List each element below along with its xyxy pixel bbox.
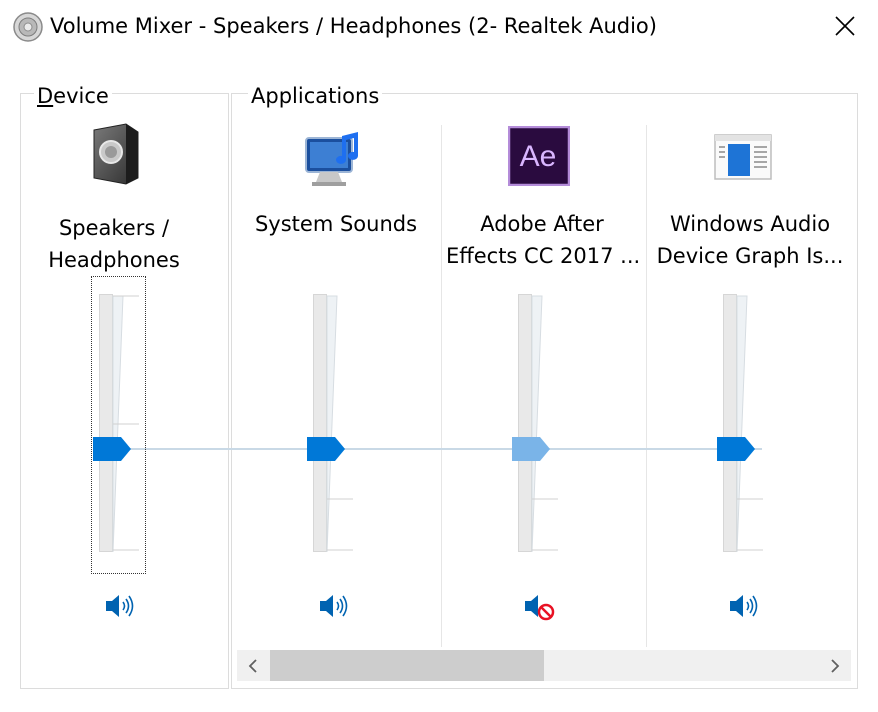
- title-bar: Volume Mixer - Speakers / Headphones (2-…: [0, 0, 878, 54]
- horizontal-scrollbar[interactable]: [237, 650, 851, 681]
- slider-ticks: [531, 295, 558, 553]
- system-sounds-icon: [302, 128, 366, 192]
- app-name-windows-audio: Windows Audio Device Graph Is...: [656, 212, 844, 268]
- scroll-left-button[interactable]: [237, 650, 269, 681]
- system-sounds-volume-slider[interactable]: [305, 294, 367, 564]
- windows-audio-volume-slider[interactable]: [715, 294, 777, 564]
- after-effects-volume-slider[interactable]: [510, 294, 572, 564]
- svg-text:Ae: Ae: [520, 140, 557, 173]
- speaker-icon: [12, 11, 44, 43]
- app-name-system-sounds: System Sounds: [254, 212, 418, 236]
- device-mute-button[interactable]: [103, 590, 139, 622]
- slider-ticks: [112, 295, 139, 553]
- slider-thumb[interactable]: [93, 437, 133, 461]
- device-volume-slider[interactable]: [91, 294, 153, 564]
- system-sounds-mute-button[interactable]: [317, 590, 353, 622]
- volume-icon: [730, 595, 758, 617]
- muted-volume-icon: [525, 595, 555, 621]
- slider-ticks: [326, 295, 353, 553]
- device-name: Speakers / Headphones: [48, 216, 180, 272]
- volume-icon: [320, 595, 348, 617]
- speaker-device-icon: [86, 122, 150, 186]
- windows-audio-mute-button[interactable]: [727, 590, 763, 622]
- close-icon: [835, 16, 855, 36]
- chevron-left-icon: [248, 658, 257, 673]
- after-effects-icon: Ae: [507, 125, 572, 190]
- slider-ticks: [736, 295, 763, 553]
- app-name-after-effects: Adobe After Effects CC 2017 ...: [446, 212, 641, 268]
- volume-icon: [106, 595, 134, 617]
- after-effects-mute-button[interactable]: [522, 590, 558, 622]
- close-button[interactable]: [820, 5, 870, 47]
- volume-guide-line: [130, 448, 762, 450]
- slider-thumb[interactable]: [512, 437, 552, 461]
- window-title: Volume Mixer - Speakers / Headphones (2-…: [50, 14, 657, 38]
- slider-thumb[interactable]: [717, 437, 757, 461]
- chevron-right-icon: [831, 658, 840, 673]
- window-app-icon: [714, 132, 778, 196]
- column-separator: [441, 125, 442, 647]
- slider-thumb[interactable]: [307, 437, 347, 461]
- scrollbar-thumb[interactable]: [270, 650, 544, 681]
- column-separator: [646, 125, 647, 647]
- device-group-label: Device: [34, 83, 112, 109]
- applications-group-label: Applications: [248, 83, 383, 109]
- scroll-right-button[interactable]: [819, 650, 851, 681]
